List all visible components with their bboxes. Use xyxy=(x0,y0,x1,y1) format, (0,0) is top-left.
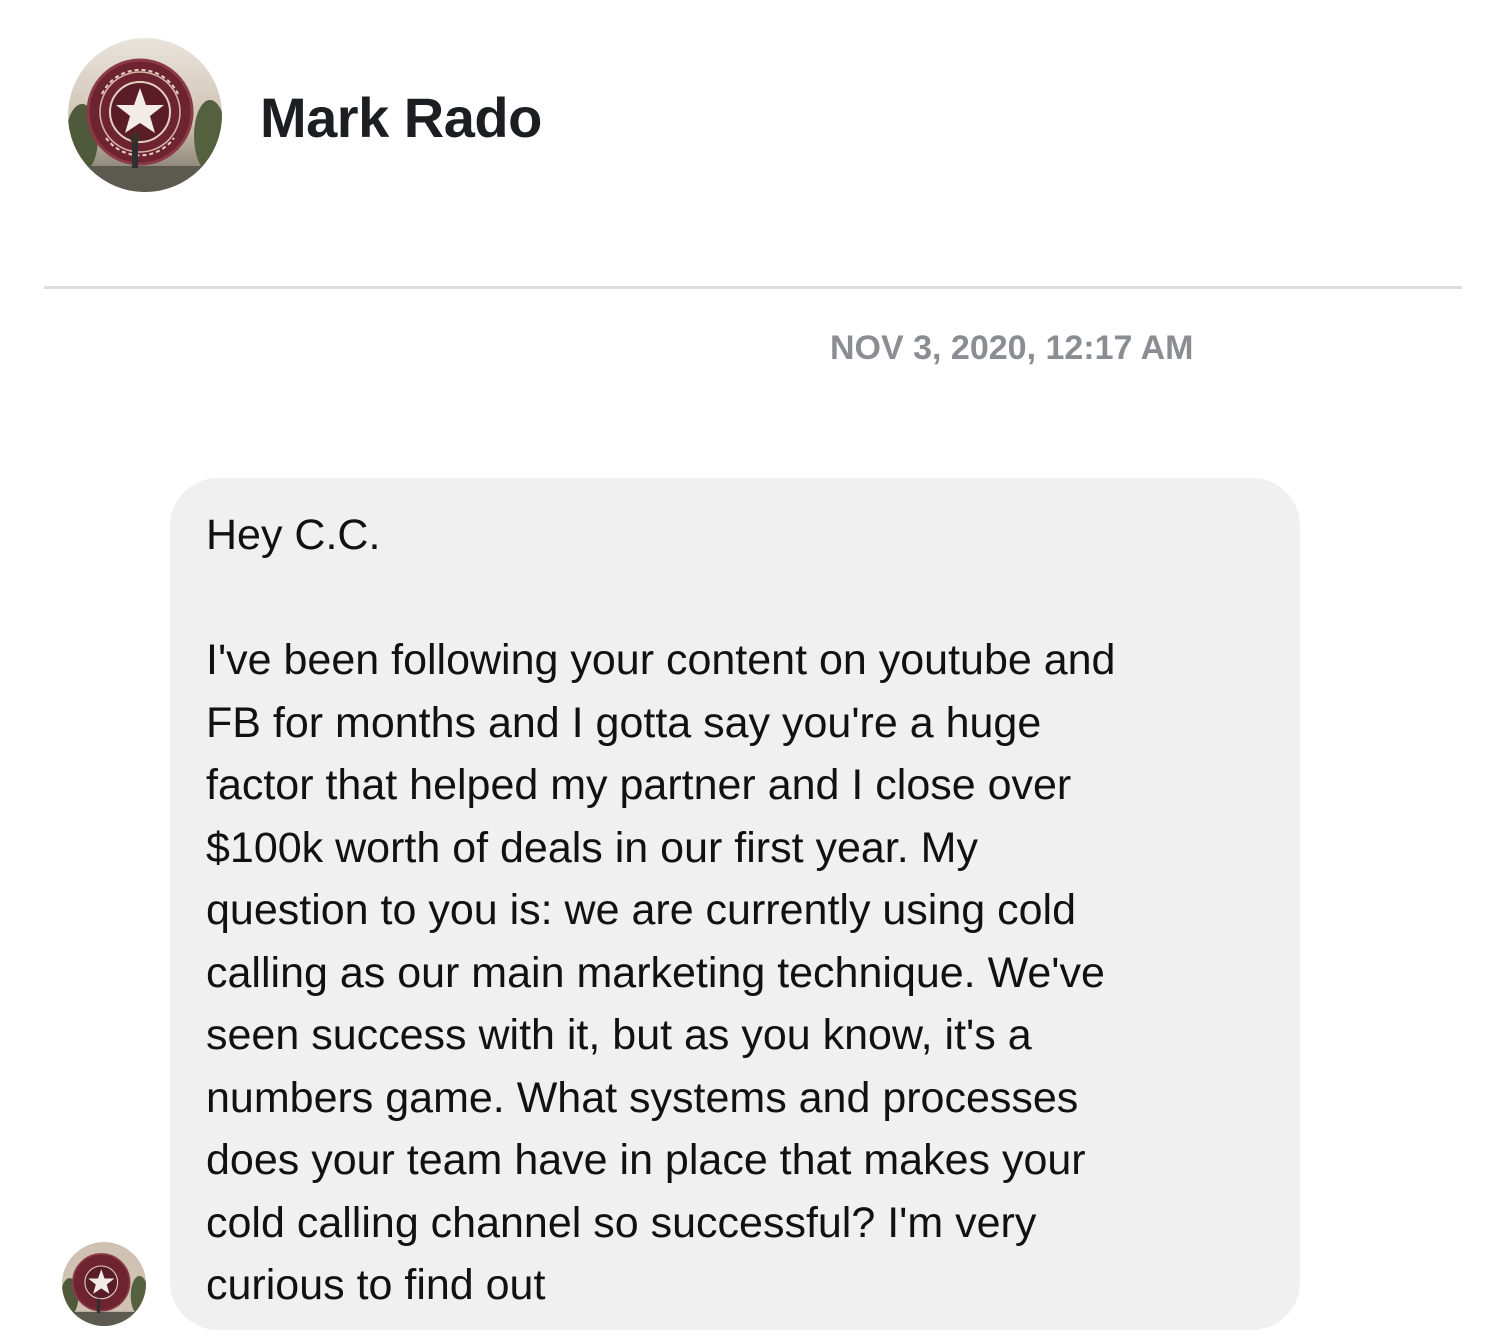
message-greeting: Hey C.C. xyxy=(206,511,381,559)
conversation-header: Mark Rado xyxy=(0,0,1488,290)
message-line: curious to find out xyxy=(206,1261,546,1309)
capitol-view-badge-icon xyxy=(68,38,222,192)
message-line: question to you is: we are currently usi… xyxy=(206,886,1077,934)
message-line: factor that helped my partner and I clos… xyxy=(206,761,1072,809)
capitol-view-badge-icon xyxy=(62,1242,146,1326)
sender-avatar[interactable] xyxy=(62,1242,146,1326)
message-line: I've been following your content on yout… xyxy=(206,636,1116,684)
message-line: calling as our main marketing technique.… xyxy=(206,948,1105,997)
contact-name[interactable]: Mark Rado xyxy=(260,82,542,154)
contact-avatar[interactable] xyxy=(68,38,222,192)
message-line: does your team have in place that makes … xyxy=(206,1136,1086,1184)
message-line: FB for months and I gotta say you're a h… xyxy=(206,698,1042,747)
message-line: $100k worth of deals in our first year. … xyxy=(206,823,978,872)
message-line: numbers game. What systems and processes xyxy=(206,1073,1079,1122)
message-line: cold calling channel so successful? I'm … xyxy=(206,1198,1037,1247)
header-divider xyxy=(44,286,1462,289)
message-timestamp: NOV 3, 2020, 12:17 AM xyxy=(830,329,1194,367)
message-line: seen success with it, but as you know, i… xyxy=(206,1011,1032,1059)
message-bubble[interactable]: Hey C.C. I've been following your conten… xyxy=(170,478,1300,1330)
